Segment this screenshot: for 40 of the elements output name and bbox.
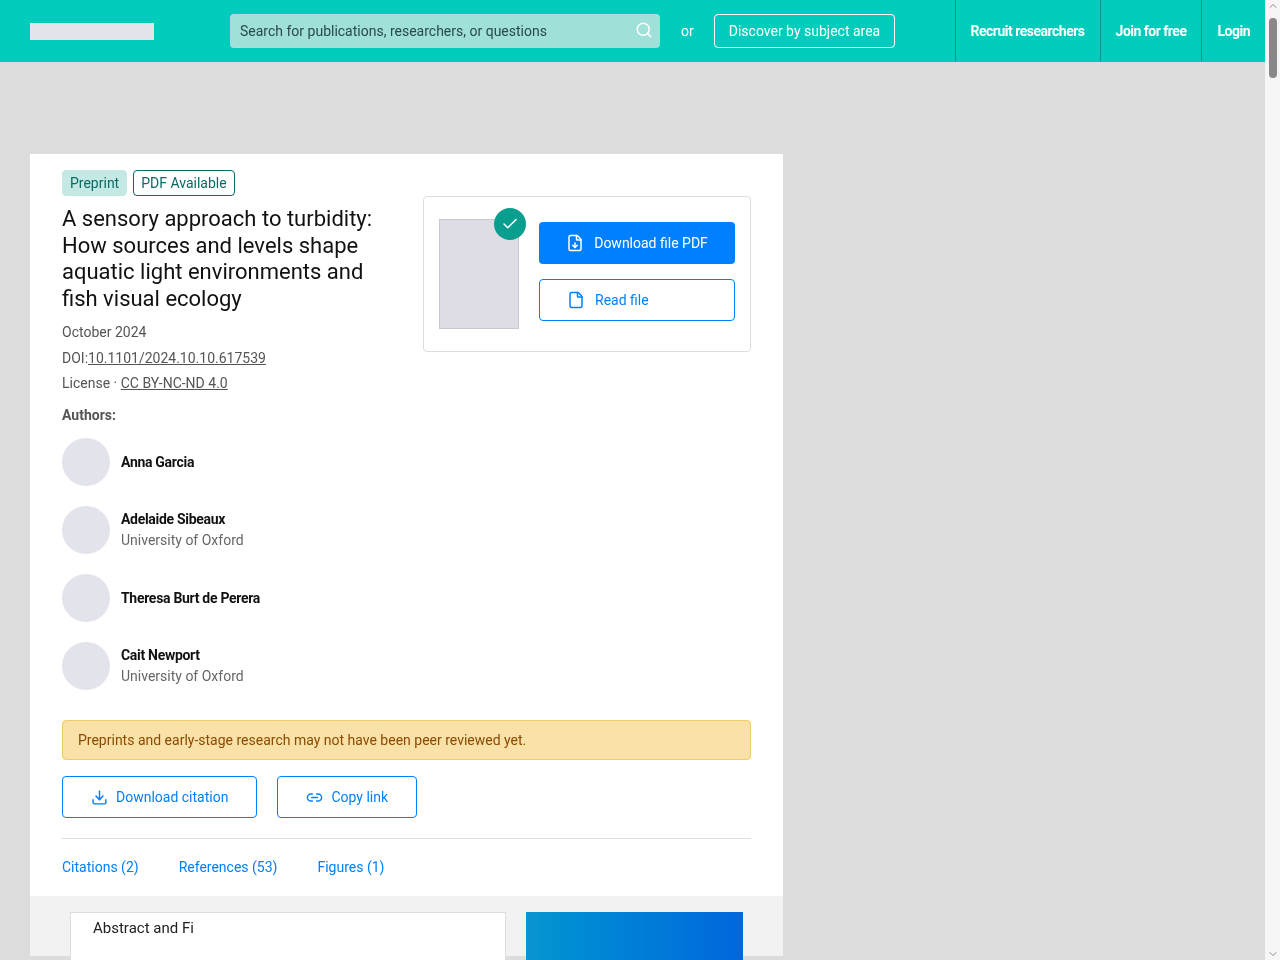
license-label: License · [62,374,119,393]
author-avatar[interactable] [62,574,110,622]
preprint-notice: Preprints and early-stage research may not have been peer reviewed yet. [62,720,751,760]
scroll-thumb[interactable] [1268,18,1277,78]
doi-link[interactable]: 10.1101/2024.10.10.617539 [88,348,266,369]
section-tab[interactable]: References (53) [178,857,278,878]
author-avatar[interactable] [62,506,110,554]
or-text: or [681,21,694,41]
author-avatar[interactable] [62,642,110,690]
nav-link[interactable]: Join for free [1099,0,1202,62]
section-tab[interactable]: Figures (1) [317,857,385,878]
author-name[interactable]: Cait Newport [121,645,244,666]
publication-date: October 2024 [62,323,148,342]
doi-label: DOI: [62,349,89,368]
badge: Preprint [62,170,128,196]
discover-button[interactable]: Discover by subject area [713,14,896,48]
publication-title: A sensory approach to turbidity: How sources and levels shape aquatic light environments and fish visual ecology [62,206,374,312]
author-affiliation: University of Oxford [121,667,244,686]
author-avatar[interactable] [62,438,110,486]
section-tab[interactable]: Citations (2) [62,857,139,878]
card-title: Abstract and Fi [93,919,194,937]
file-icon [567,291,585,309]
action-button[interactable]: Copy link [277,776,418,818]
download-icon [91,788,108,806]
search-icon[interactable] [635,21,653,39]
file-thumbnail[interactable] [439,219,519,329]
badge: PDF Available [133,170,235,196]
authors-label: Authors: [62,406,117,425]
author-name[interactable]: Anna Garcia [121,451,195,473]
author-affiliation: University of Oxford [121,531,244,550]
nav-link[interactable]: Recruit researchers [954,0,1100,62]
logo[interactable] [30,22,154,40]
download-pdf-button[interactable]: Download file PDF [539,222,735,264]
read-file-button[interactable]: Read file [539,279,735,321]
action-button[interactable]: Download citation [62,776,258,818]
license-link[interactable]: CC BY-NC-ND 4.0 [120,373,228,394]
author-name[interactable]: Theresa Burt de Perera [121,587,261,609]
author-name[interactable]: Adelaide Sibeaux [121,509,244,530]
search-field[interactable]: Search for publications, researchers, or questions [230,14,660,48]
file-download-icon [566,234,585,252]
